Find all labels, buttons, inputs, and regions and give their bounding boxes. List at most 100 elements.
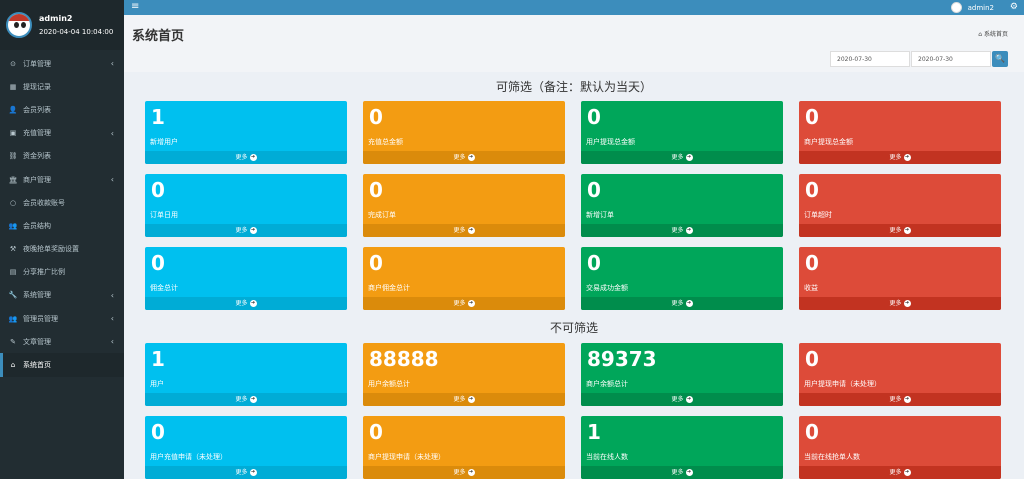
more-link[interactable]: 更多 ➜ xyxy=(581,466,783,479)
menu-toggle-icon[interactable]: ≡ xyxy=(131,1,139,12)
avatar xyxy=(950,2,962,13)
stat-label: 完成订单 xyxy=(368,211,396,219)
sidebar-item-share-ratio[interactable]: ▤ 分享推广比例 xyxy=(0,261,124,284)
sidebar-menu: ⊙ 订单管理 ‹ ▦ 提现记录 👤 会员列表 ▣ 充值管理 ‹ ⛓ 资金列表 🏛 商户管理 ‹ ○… xyxy=(0,52,124,377)
more-link[interactable]: 更多 ➜ xyxy=(799,393,1001,406)
stat-box: 0 佣金总计 更多 ➜ xyxy=(145,247,347,310)
more-link[interactable]: 更多 ➜ xyxy=(363,151,565,164)
search-button[interactable]: 🔍 xyxy=(992,51,1008,67)
sidebar-item-withdraw-records[interactable]: ▦ 提现记录 xyxy=(0,75,124,98)
content-header: 系统首页 ⌂ 系统首页 2020-07-30 2020-07-30 🔍 xyxy=(124,15,1024,72)
arrow-right-icon: ➜ xyxy=(249,227,257,234)
more-link[interactable]: 更多 ➜ xyxy=(581,224,783,237)
sidebar-item-label: 分享推广比例 xyxy=(23,268,65,277)
stat-label: 商户佣金总计 xyxy=(368,284,410,292)
stat-value: 0 xyxy=(151,178,165,202)
end-date-input[interactable]: 2020-07-30 xyxy=(911,51,991,67)
stat-box: 0 当前在线抢单人数更多 ➜ xyxy=(799,416,1001,479)
arrow-right-icon: ➜ xyxy=(249,300,257,307)
sidebar-item-label: 商户管理 xyxy=(23,175,51,184)
stat-box: 0 商户佣金总计 更多 ➜ xyxy=(363,247,565,310)
stat-box: 0 收益 更多 ➜ xyxy=(799,247,1001,310)
sidebar-item-recharge[interactable]: ▣ 充值管理 ‹ xyxy=(0,122,124,145)
more-link[interactable]: 更多 ➜ xyxy=(363,224,565,237)
arrow-right-icon: ➜ xyxy=(903,300,911,307)
sidebar-item-orders[interactable]: ⊙ 订单管理 ‹ xyxy=(0,52,124,75)
user-name: admin2 xyxy=(39,14,73,23)
chevron-left-icon: ‹ xyxy=(110,337,114,347)
more-link[interactable]: 更多 ➜ xyxy=(799,297,1001,310)
more-link[interactable]: 更多 ➜ xyxy=(145,297,347,310)
home-icon: ⌂ xyxy=(978,31,983,38)
stat-label: 当前在线抢单人数 xyxy=(804,453,860,461)
stat-box: 0 商户提现申请（未处理） 更多 ➜ xyxy=(363,416,565,479)
stat-label: 当前在线人数 xyxy=(586,453,628,461)
topbar-username: admin2 xyxy=(967,3,994,12)
arrow-right-icon: ➜ xyxy=(685,469,693,476)
sidebar-item-night-reward[interactable]: ⚒ 夜晚抢单奖励设置 xyxy=(0,238,124,261)
sidebar-item-label: 会员结构 xyxy=(23,221,51,230)
stat-value: 0 xyxy=(151,420,165,444)
stat-label: 交易成功金额 xyxy=(586,284,628,292)
more-link[interactable]: 更多 ➜ xyxy=(363,393,565,406)
sidebar-item-funds[interactable]: ⛓ 资金列表 xyxy=(0,145,124,168)
home-icon: ⌂ xyxy=(10,361,16,370)
gear-icon[interactable]: ⚙ xyxy=(1010,2,1018,12)
sidebar-item-members[interactable]: 👤 会员列表 xyxy=(0,98,124,121)
sidebar-item-merchants[interactable]: 🏛 商户管理 ‹ xyxy=(0,168,124,191)
sidebar-item-home[interactable]: ⌂ 系统首页 xyxy=(0,353,124,377)
edit-icon: ✎ xyxy=(10,337,16,346)
stat-label: 新增订单 xyxy=(586,211,614,219)
more-link[interactable]: 更多 ➜ xyxy=(799,151,1001,164)
sidebar-item-admins[interactable]: 👥 管理员管理 ‹ xyxy=(0,307,124,330)
more-link[interactable]: 更多 ➜ xyxy=(581,297,783,310)
chevron-left-icon: ‹ xyxy=(110,128,114,138)
link-icon: ⛓ xyxy=(8,152,18,161)
more-link[interactable]: 更多 ➜ xyxy=(363,297,565,310)
more-link[interactable]: 更多 ➜ xyxy=(145,466,347,479)
more-link[interactable]: 更多 ➜ xyxy=(363,466,565,479)
more-link[interactable]: 更多 ➜ xyxy=(145,224,347,237)
user-icon: 👤 xyxy=(8,105,18,114)
arrow-right-icon: ➜ xyxy=(467,396,475,403)
login-time: 2020-04-04 10:04:00 xyxy=(39,28,114,36)
more-link[interactable]: 更多 ➜ xyxy=(145,393,347,406)
stat-box: 1 新增用户 更多 ➜ xyxy=(145,101,347,164)
more-link[interactable]: 更多 ➜ xyxy=(799,466,1001,479)
more-link[interactable]: 更多 ➜ xyxy=(799,224,1001,237)
stat-value: 0 xyxy=(805,347,819,371)
sidebar-item-payment-accounts[interactable]: ○ 会员收款账号 xyxy=(0,191,124,214)
calculator-icon: ▤ xyxy=(9,268,17,277)
stat-value: 0 xyxy=(587,251,601,275)
sidebar-item-label: 提现记录 xyxy=(23,82,51,91)
stat-value: 0 xyxy=(369,105,383,129)
user-menu[interactable]: admin2 xyxy=(950,0,994,15)
sidebar-item-label: 资金列表 xyxy=(23,152,51,161)
arrow-right-icon: ➜ xyxy=(467,300,475,307)
stat-label: 用户提现总金额 xyxy=(586,138,635,146)
sidebar-item-label: 订单管理 xyxy=(23,59,51,68)
arrow-right-icon: ➜ xyxy=(903,396,911,403)
more-link[interactable]: 更多 ➜ xyxy=(581,393,783,406)
stat-label: 用户 xyxy=(150,380,164,388)
sidebar-item-member-structure[interactable]: 👥 会员结构 xyxy=(0,214,124,237)
start-date-input[interactable]: 2020-07-30 xyxy=(830,51,910,67)
avatar xyxy=(6,12,32,38)
stat-box: 0 用户提现申请（未处理） 更多 ➜ xyxy=(799,343,1001,406)
stat-box: 0 商户提现总金额 更多 ➜ xyxy=(799,101,1001,164)
sidebar-item-articles[interactable]: ✎ 文章管理 ‹ xyxy=(0,330,124,353)
sidebar-item-system[interactable]: 🔧 系统管理 ‹ xyxy=(0,284,124,307)
stat-label: 用户提现申请（未处理） xyxy=(804,380,881,388)
stat-box: 0 充值总金额 更多 ➜ xyxy=(363,101,565,164)
stat-value: 0 xyxy=(805,251,819,275)
arrow-right-icon: ➜ xyxy=(249,154,257,161)
breadcrumb-item[interactable]: 系统首页 xyxy=(984,31,1008,38)
stat-value: 0 xyxy=(805,105,819,129)
sidebar-item-label: 充值管理 xyxy=(23,129,51,138)
arrow-right-icon: ➜ xyxy=(685,300,693,307)
stat-label: 佣金总计 xyxy=(150,284,178,292)
more-link[interactable]: 更多 ➜ xyxy=(145,151,347,164)
stat-value: 0 xyxy=(805,420,819,444)
users-icon: 👥 xyxy=(8,221,18,230)
more-link[interactable]: 更多 ➜ xyxy=(581,151,783,164)
